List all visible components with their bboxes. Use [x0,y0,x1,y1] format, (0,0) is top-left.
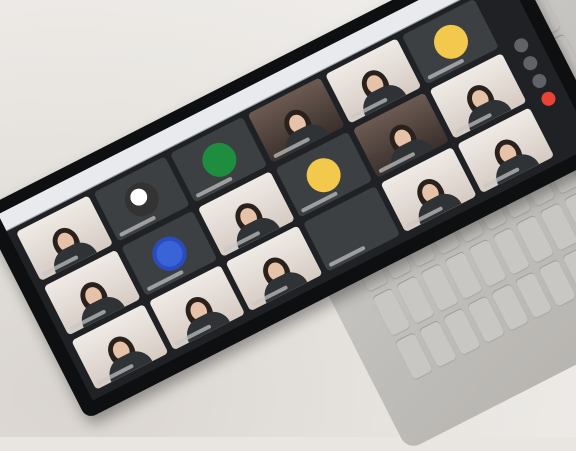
mic-icon[interactable] [511,35,531,55]
camera-icon[interactable] [520,53,540,73]
avatar [146,230,193,277]
avatar [427,18,474,65]
avatar [195,136,242,183]
present-icon[interactable] [529,71,549,91]
avatar [300,151,347,198]
participant-name-label [328,245,366,268]
avatar [118,176,165,222]
end-call-icon[interactable] [539,89,558,109]
